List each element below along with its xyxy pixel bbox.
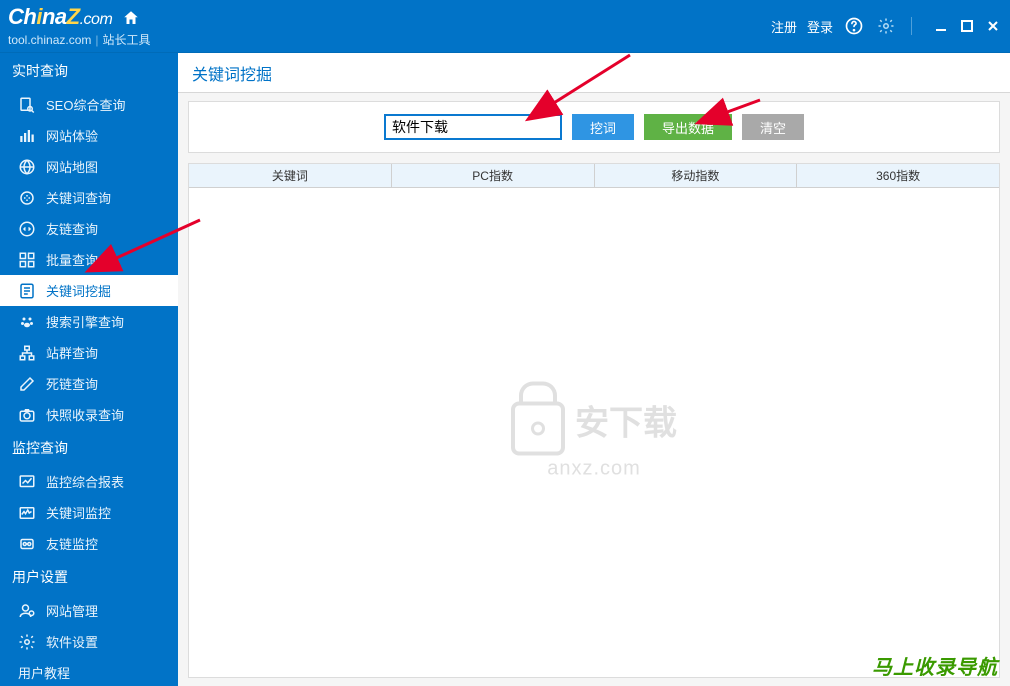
sidebar-item-label: 友链监控 <box>46 534 98 553</box>
th-pc[interactable]: PC指数 <box>392 164 595 187</box>
sidebar-item-label: 网站体验 <box>46 126 98 145</box>
sidebar-item-soft[interactable]: 软件设置 <box>0 626 178 657</box>
camera-icon <box>18 406 36 424</box>
maximize-button[interactable] <box>958 17 976 35</box>
sidebar-item-sitemgr[interactable]: 网站管理 <box>0 595 178 626</box>
sidebar-item-tutorial[interactable]: 用户教程 <box>0 657 178 686</box>
search-doc-icon <box>18 96 36 114</box>
toolbar-panel: 挖词 导出数据 清空 <box>188 101 1000 153</box>
sidebar-item-engine[interactable]: 搜索引擎查询 <box>0 306 178 337</box>
target-icon <box>18 189 36 207</box>
sidebar-item-monreport[interactable]: 监控综合报表 <box>0 466 178 497</box>
globe-icon <box>18 158 36 176</box>
sidebar-item-label: SEO综合查询 <box>46 95 125 114</box>
help-icon[interactable] <box>843 15 865 37</box>
table-header: 关键词 PC指数 移动指数 360指数 <box>189 164 999 188</box>
export-button[interactable]: 导出数据 <box>644 114 732 140</box>
chart-icon <box>18 473 36 491</box>
gear-icon <box>18 633 36 651</box>
sidebar-item-linkmon[interactable]: 友链监控 <box>0 528 178 559</box>
sidebar-item-label: 搜索引擎查询 <box>46 312 124 331</box>
sidebar-item-label: 关键词查询 <box>46 188 111 207</box>
login-link[interactable]: 登录 <box>807 17 833 36</box>
sidebar-item-batch[interactable]: 批量查询 <box>0 244 178 275</box>
sidebar-item-label: 用户教程 <box>18 663 70 682</box>
sidebar-item-label: 死链查询 <box>46 374 98 393</box>
sidebar-item-exp[interactable]: 网站体验 <box>0 120 178 151</box>
paw-icon <box>18 313 36 331</box>
sidebar-item-label: 批量查询 <box>46 250 98 269</box>
sidebar-item-label: 友链查询 <box>46 219 98 238</box>
th-keyword[interactable]: 关键词 <box>189 164 392 187</box>
edit-icon <box>18 375 36 393</box>
sidebar-item-label: 站群查询 <box>46 343 98 362</box>
th-mobile[interactable]: 移动指数 <box>595 164 798 187</box>
keyword-input[interactable] <box>384 114 562 140</box>
close-button[interactable] <box>984 17 1002 35</box>
bars-icon <box>18 127 36 145</box>
bottom-banner: 马上收录导航 <box>872 651 998 680</box>
title-bar: ChinaZ.com tool.chinaz.com|站长工具 注册 登录 <box>0 0 1010 53</box>
th-360[interactable]: 360指数 <box>797 164 999 187</box>
sidebar: 实时查询 SEO综合查询 网站体验 网站地图 关键词查询 友链查询 批量查询 关… <box>0 53 178 686</box>
sitemap-icon <box>18 344 36 362</box>
sidebar-item-label: 关键词挖掘 <box>46 281 111 300</box>
sidebar-item-kwmon[interactable]: 关键词监控 <box>0 497 178 528</box>
sidebar-item-dead[interactable]: 死链查询 <box>0 368 178 399</box>
sidebar-item-friend[interactable]: 友链查询 <box>0 213 178 244</box>
user-icon <box>18 602 36 620</box>
header-left: ChinaZ.com tool.chinaz.com|站长工具 <box>8 4 151 48</box>
lock-icon <box>511 401 565 455</box>
header-subtitle: tool.chinaz.com|站长工具 <box>8 31 151 48</box>
sidebar-item-label: 关键词监控 <box>46 503 111 522</box>
table-body: 安下载 anxz.com <box>189 188 999 677</box>
page-title: 关键词挖掘 <box>192 61 272 85</box>
content-area: 关键词挖掘 挖词 导出数据 清空 关键词 PC指数 移动指数 360指数 <box>178 53 1010 686</box>
link-icon <box>18 220 36 238</box>
minimize-button[interactable] <box>932 17 950 35</box>
settings-icon[interactable] <box>875 15 897 37</box>
logo: ChinaZ.com <box>8 4 112 30</box>
sidebar-item-label: 网站地图 <box>46 157 98 176</box>
results-table: 关键词 PC指数 移动指数 360指数 安下载 anxz.com <box>188 163 1000 678</box>
content-header: 关键词挖掘 <box>178 53 1010 93</box>
sidebar-item-kwquery[interactable]: 关键词查询 <box>0 182 178 213</box>
header-right: 注册 登录 <box>771 15 1002 37</box>
sidebar-item-seo[interactable]: SEO综合查询 <box>0 89 178 120</box>
content-body: 挖词 导出数据 清空 关键词 PC指数 移动指数 360指数 安下载 <box>178 93 1010 686</box>
mine-button[interactable]: 挖词 <box>572 114 634 140</box>
sidebar-section-realtime: 实时查询 <box>0 53 178 89</box>
sidebar-section-user: 用户设置 <box>0 559 178 595</box>
sidebar-item-snapshot[interactable]: 快照收录查询 <box>0 399 178 430</box>
sidebar-item-label: 监控综合报表 <box>46 472 124 491</box>
wave-icon <box>18 504 36 522</box>
home-icon[interactable] <box>122 9 140 30</box>
sidebar-item-label: 软件设置 <box>46 632 98 651</box>
sidebar-item-sitemap[interactable]: 网站地图 <box>0 151 178 182</box>
watermark: 安下载 anxz.com <box>511 385 677 480</box>
sidebar-item-label: 网站管理 <box>46 601 98 620</box>
register-link[interactable]: 注册 <box>771 17 797 36</box>
sidebar-item-label: 快照收录查询 <box>46 405 124 424</box>
sidebar-item-sitegroup[interactable]: 站群查询 <box>0 337 178 368</box>
grid-icon <box>18 251 36 269</box>
document-icon <box>18 282 36 300</box>
clear-button[interactable]: 清空 <box>742 114 804 140</box>
sidebar-section-monitor: 监控查询 <box>0 430 178 466</box>
sidebar-item-kwmine[interactable]: 关键词挖掘 <box>0 275 178 306</box>
linkmon-icon <box>18 535 36 553</box>
